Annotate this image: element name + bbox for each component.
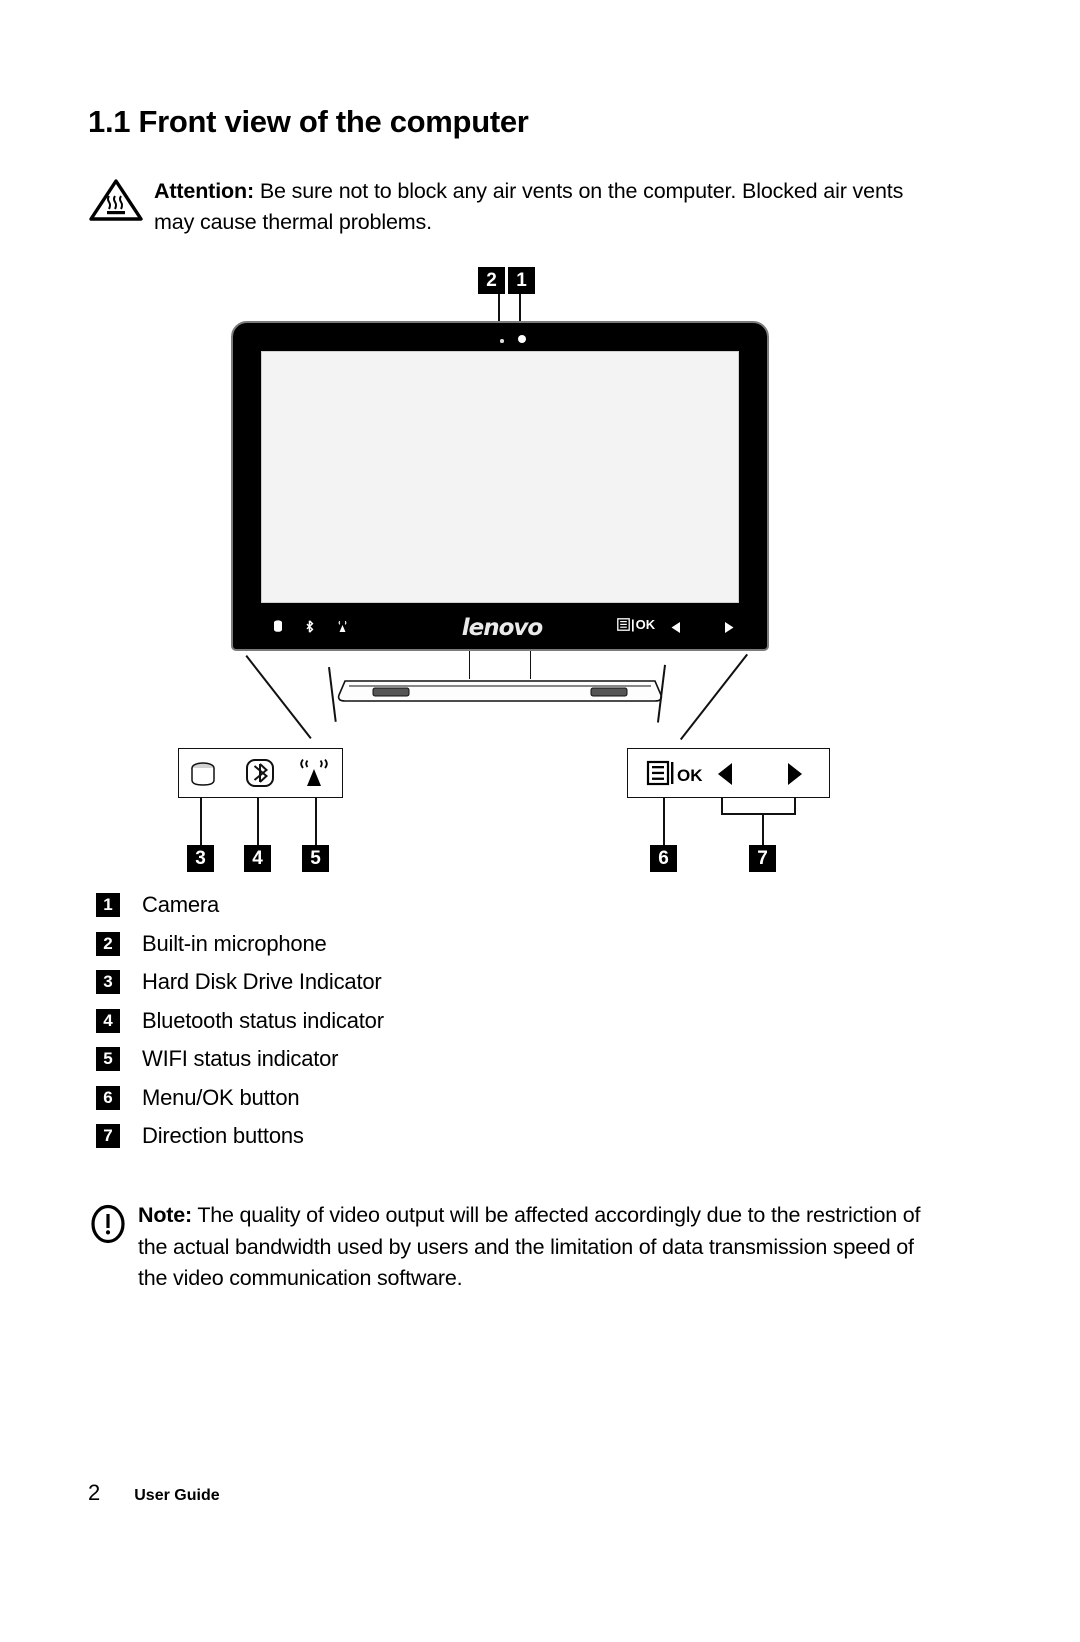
- bracket-left-7: [721, 798, 723, 814]
- hard-disk-icon: [191, 762, 215, 786]
- attention-block: Attention: Be sure not to block any air …: [88, 176, 908, 238]
- legend-label: Built-in microphone: [142, 930, 327, 956]
- detail-box-left: [178, 748, 343, 798]
- front-view-diagram: 2 1 lenovo | OK OK 3 4 5 6 7: [0, 255, 1080, 872]
- legend-chip: 5: [96, 1047, 120, 1072]
- note-body: The quality of video output will be affe…: [138, 1203, 921, 1290]
- legend-label: Camera: [142, 892, 220, 918]
- legend-label: Direction buttons: [142, 1123, 304, 1149]
- right-arrow-icon[interactable]: [722, 621, 735, 639]
- page-title: 1.1 Front view of the computer: [88, 104, 529, 139]
- attention-label: Attention:: [154, 179, 254, 203]
- footer-page-number: 2: [88, 1480, 101, 1505]
- hot-surface-warning-icon: [88, 178, 144, 222]
- legend-chip: 7: [96, 1124, 120, 1149]
- callout-chip-2: 2: [478, 267, 505, 294]
- list-item: 6 Menu/OK button: [96, 1079, 384, 1118]
- callout-chip-4: 4: [244, 845, 271, 872]
- legend-label: Menu/OK button: [142, 1084, 300, 1110]
- legend-chip: 6: [96, 1085, 120, 1110]
- attention-text: Attention: Be sure not to block any air …: [154, 176, 908, 238]
- document-page: 1.1 Front view of the computer Attention…: [0, 0, 1080, 1642]
- bluetooth-icon: [246, 759, 274, 787]
- callout-chip-6: 6: [650, 845, 677, 872]
- list-item: 2 Built-in microphone: [96, 925, 384, 964]
- list-item: 5 WIFI status indicator: [96, 1040, 384, 1079]
- hard-disk-icon: [273, 620, 283, 638]
- leader-line-7: [762, 813, 764, 846]
- bottom-bezel: lenovo | OK: [233, 608, 771, 648]
- wifi-icon: [300, 759, 328, 786]
- leader-line-3: [200, 798, 202, 846]
- leader-line-5: [315, 798, 317, 846]
- callout-chip-5: 5: [302, 845, 329, 872]
- wifi-icon: [337, 620, 348, 638]
- attention-body: Be sure not to block any air vents on th…: [154, 179, 904, 234]
- legend-chip: 3: [96, 970, 120, 995]
- detail-box-right: OK: [627, 748, 830, 798]
- ok-label: OK: [635, 617, 656, 632]
- legend-chip: 4: [96, 1008, 120, 1033]
- page-footer: 2 User Guide: [88, 1480, 220, 1506]
- bracket-top-7: [721, 813, 796, 815]
- menu-ok-button[interactable]: | OK: [617, 617, 655, 632]
- guide-line-right-outer: [680, 654, 748, 741]
- leader-line-6: [663, 798, 665, 846]
- callout-chip-3: 3: [187, 845, 214, 872]
- menu-icon: [646, 760, 674, 786]
- footer-label: User Guide: [134, 1487, 220, 1504]
- bracket-right-7: [794, 798, 796, 814]
- stand-base: [335, 675, 665, 709]
- right-arrow-icon: [788, 763, 802, 785]
- ok-label: OK: [677, 766, 703, 785]
- left-arrow-icon: [718, 763, 732, 785]
- list-item: 3 Hard Disk Drive Indicator: [96, 963, 384, 1002]
- lenovo-logo: lenovo: [461, 615, 543, 641]
- callout-chip-7: 7: [749, 845, 776, 872]
- list-item: 7 Direction buttons: [96, 1117, 384, 1156]
- list-item: 1 Camera: [96, 886, 384, 925]
- legend-list: 1 Camera 2 Built-in microphone 3 Hard Di…: [96, 886, 384, 1156]
- note-block: Note: The quality of video output will b…: [88, 1200, 938, 1295]
- monitor-body: lenovo | OK: [231, 321, 769, 651]
- guide-line-left-outer: [245, 655, 312, 739]
- left-arrow-icon[interactable]: [670, 621, 683, 639]
- legend-chip: 1: [96, 893, 120, 918]
- note-label: Note:: [138, 1203, 192, 1227]
- built-in-microphone-icon: [500, 339, 504, 343]
- legend-label: WIFI status indicator: [142, 1046, 339, 1072]
- callout-chip-1: 1: [508, 267, 535, 294]
- legend-label: Bluetooth status indicator: [142, 1007, 384, 1033]
- camera-icon: [518, 335, 526, 343]
- display-screen: [261, 351, 739, 603]
- legend-label: Hard Disk Drive Indicator: [142, 969, 382, 995]
- exclamation-circle-icon: [88, 1204, 128, 1244]
- note-text: Note: The quality of video output will b…: [138, 1200, 938, 1295]
- list-item: 4 Bluetooth status indicator: [96, 1002, 384, 1041]
- menu-icon: [617, 618, 630, 631]
- legend-chip: 2: [96, 931, 120, 956]
- bluetooth-icon: [305, 620, 314, 638]
- leader-line-4: [257, 798, 259, 846]
